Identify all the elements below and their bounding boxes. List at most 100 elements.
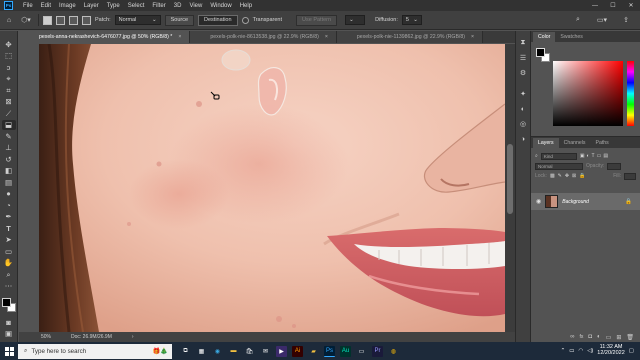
mail-icon[interactable]: ✉ [260,346,271,357]
tab-document-1[interactable]: pexels-anna-nekrashevich-6476077.jpg @ 5… [19,31,191,43]
share-icon[interactable]: ⇪ [618,14,634,26]
libraries-icon[interactable]: ◎ [517,118,529,130]
minimize-button[interactable]: — [586,0,604,11]
more-tools-icon[interactable]: ⋯ [2,281,16,292]
tab-layers[interactable]: Layers [533,138,559,148]
color-picker-field[interactable] [553,61,623,126]
gradient-tool-icon[interactable]: ▤ [2,177,16,188]
menu-help[interactable]: Help [236,3,256,9]
task-view-icon[interactable]: ⧉ [180,346,191,357]
media-player-icon[interactable]: ▶ [276,345,287,357]
close-icon[interactable]: × [325,34,328,40]
quick-selection-tool-icon[interactable]: ⌖ [2,74,16,85]
trash-icon[interactable]: 🗑 [626,334,634,341]
clock[interactable]: 11:32 AM 12/20/2022 [597,344,625,357]
clone-stamp-tool-icon[interactable]: ⊥ [2,143,16,154]
photoshop-taskbar-icon[interactable]: Ps [324,345,335,357]
menu-edit[interactable]: Edit [37,3,55,9]
brush-tool-icon[interactable]: ✎ [2,131,16,142]
history-brush-tool-icon[interactable]: ↺ [2,154,16,165]
patch-tool-preset-icon[interactable]: ⬡▾ [18,14,34,26]
chrome-icon[interactable]: ◍ [388,346,399,357]
audition-icon[interactable]: Au [340,345,351,357]
widgets-icon[interactable]: ▦ [196,346,207,357]
foreground-color-swatch[interactable] [536,48,545,57]
vertical-scrollbar[interactable] [505,44,515,332]
media-encoder-icon[interactable]: ▭ [356,346,367,357]
rectangle-tool-icon[interactable]: ▭ [2,246,16,257]
tab-swatches[interactable]: Swatches [555,32,588,42]
hue-slider[interactable] [627,61,634,126]
type-tool-icon[interactable]: T [2,223,16,234]
patch-tool-icon[interactable]: ⬓ [1,119,16,130]
marquee-tool-icon[interactable]: ⬚ [2,51,16,62]
filter-icons[interactable]: ▣◐T▭▤ [580,153,610,159]
lock-icons[interactable]: ▩✎✥⊠🔒 [550,173,589,179]
chevron-up-icon[interactable]: ⌃ [561,348,566,354]
document-canvas[interactable] [39,44,505,332]
foreground-color-swatch[interactable] [1,298,11,307]
menu-layer[interactable]: Layer [80,3,103,9]
menu-file[interactable]: File [19,3,37,9]
tab-channels[interactable]: Channels [559,138,591,148]
patch-mode-select[interactable]: Normal ⌄ [114,15,161,25]
maximize-button[interactable]: ☐ [604,0,622,11]
fill-input[interactable] [624,172,636,180]
volume-icon[interactable]: ◁) [587,348,593,354]
tab-paths[interactable]: Paths [591,138,614,148]
lightbulb-icon[interactable]: ✦ [517,88,529,100]
menu-select[interactable]: Select [124,3,149,9]
photoshop-logo-icon[interactable]: Ps [4,1,13,10]
workspace-icon[interactable]: ▭▾ [594,14,610,26]
close-icon[interactable]: × [471,34,474,40]
opacity-input[interactable] [607,162,622,170]
illustrator-icon[interactable]: Ai [292,345,303,357]
source-button[interactable]: Source [164,14,195,26]
store-icon[interactable]: 🛍 [244,346,255,357]
new-selection-mode-button[interactable] [43,15,52,25]
wifi-icon[interactable]: ◠ [578,348,583,354]
use-pattern-button[interactable]: Use Pattern [296,14,338,26]
close-icon[interactable]: × [178,34,181,40]
dodge-tool-icon[interactable]: ◔ [2,200,16,211]
eye-icon[interactable]: ◉ [536,198,541,205]
layer-row-background[interactable]: ◉ Background 🔒 [531,193,640,210]
history-icon[interactable]: ⧗ [517,37,529,49]
chevron-right-icon[interactable]: › [132,334,134,340]
fx-icon[interactable]: fx [580,334,584,340]
zoom-level[interactable]: 50% [41,334,51,340]
tab-color[interactable]: Color [533,32,556,42]
pen-tool-icon[interactable]: ✒ [2,212,16,223]
styles-icon[interactable]: ◑ [517,133,529,145]
folder-icon[interactable]: ▰ [308,346,319,357]
crop-tool-icon[interactable]: ⌗ [2,85,16,96]
properties-icon[interactable]: ☰ [517,52,529,64]
layer-name[interactable]: Background [562,199,589,205]
file-explorer-icon[interactable]: ▬ [228,346,239,357]
hand-tool-icon[interactable]: ✋ [2,258,16,269]
add-selection-mode-button[interactable] [56,15,65,25]
scrollbar-thumb[interactable] [507,144,513,214]
menu-type[interactable]: Type [103,3,124,9]
mask-icon[interactable]: ◘ [588,334,592,340]
notification-icon[interactable]: ▢ [629,348,634,354]
adjustments-icon[interactable]: ◐ [517,103,529,115]
eyedropper-tool-icon[interactable]: ⟋ [2,108,16,119]
menu-3d[interactable]: 3D [170,3,186,9]
network-icon[interactable]: ▭ [569,348,574,354]
home-icon[interactable]: ⌂ [4,15,14,25]
layer-filter-select[interactable]: Kind [540,152,577,160]
new-layer-icon[interactable]: ⊞ [616,334,621,341]
lasso-tool-icon[interactable]: ↄ [2,62,16,73]
menu-view[interactable]: View [185,3,206,9]
pattern-picker[interactable]: ⌄ [345,15,366,25]
diffusion-select[interactable]: 5 ⌄ [401,15,422,25]
transparent-checkbox[interactable] [241,16,249,24]
menu-filter[interactable]: Filter [148,3,169,9]
group-icon[interactable]: ▭ [606,334,612,341]
frame-tool-icon[interactable]: ⊠ [2,97,16,108]
blend-mode-select[interactable]: Normal [535,162,583,170]
blur-tool-icon[interactable]: ● [2,189,16,200]
windows-start-icon[interactable] [0,342,18,360]
path-selection-tool-icon[interactable]: ➤ [2,235,16,246]
